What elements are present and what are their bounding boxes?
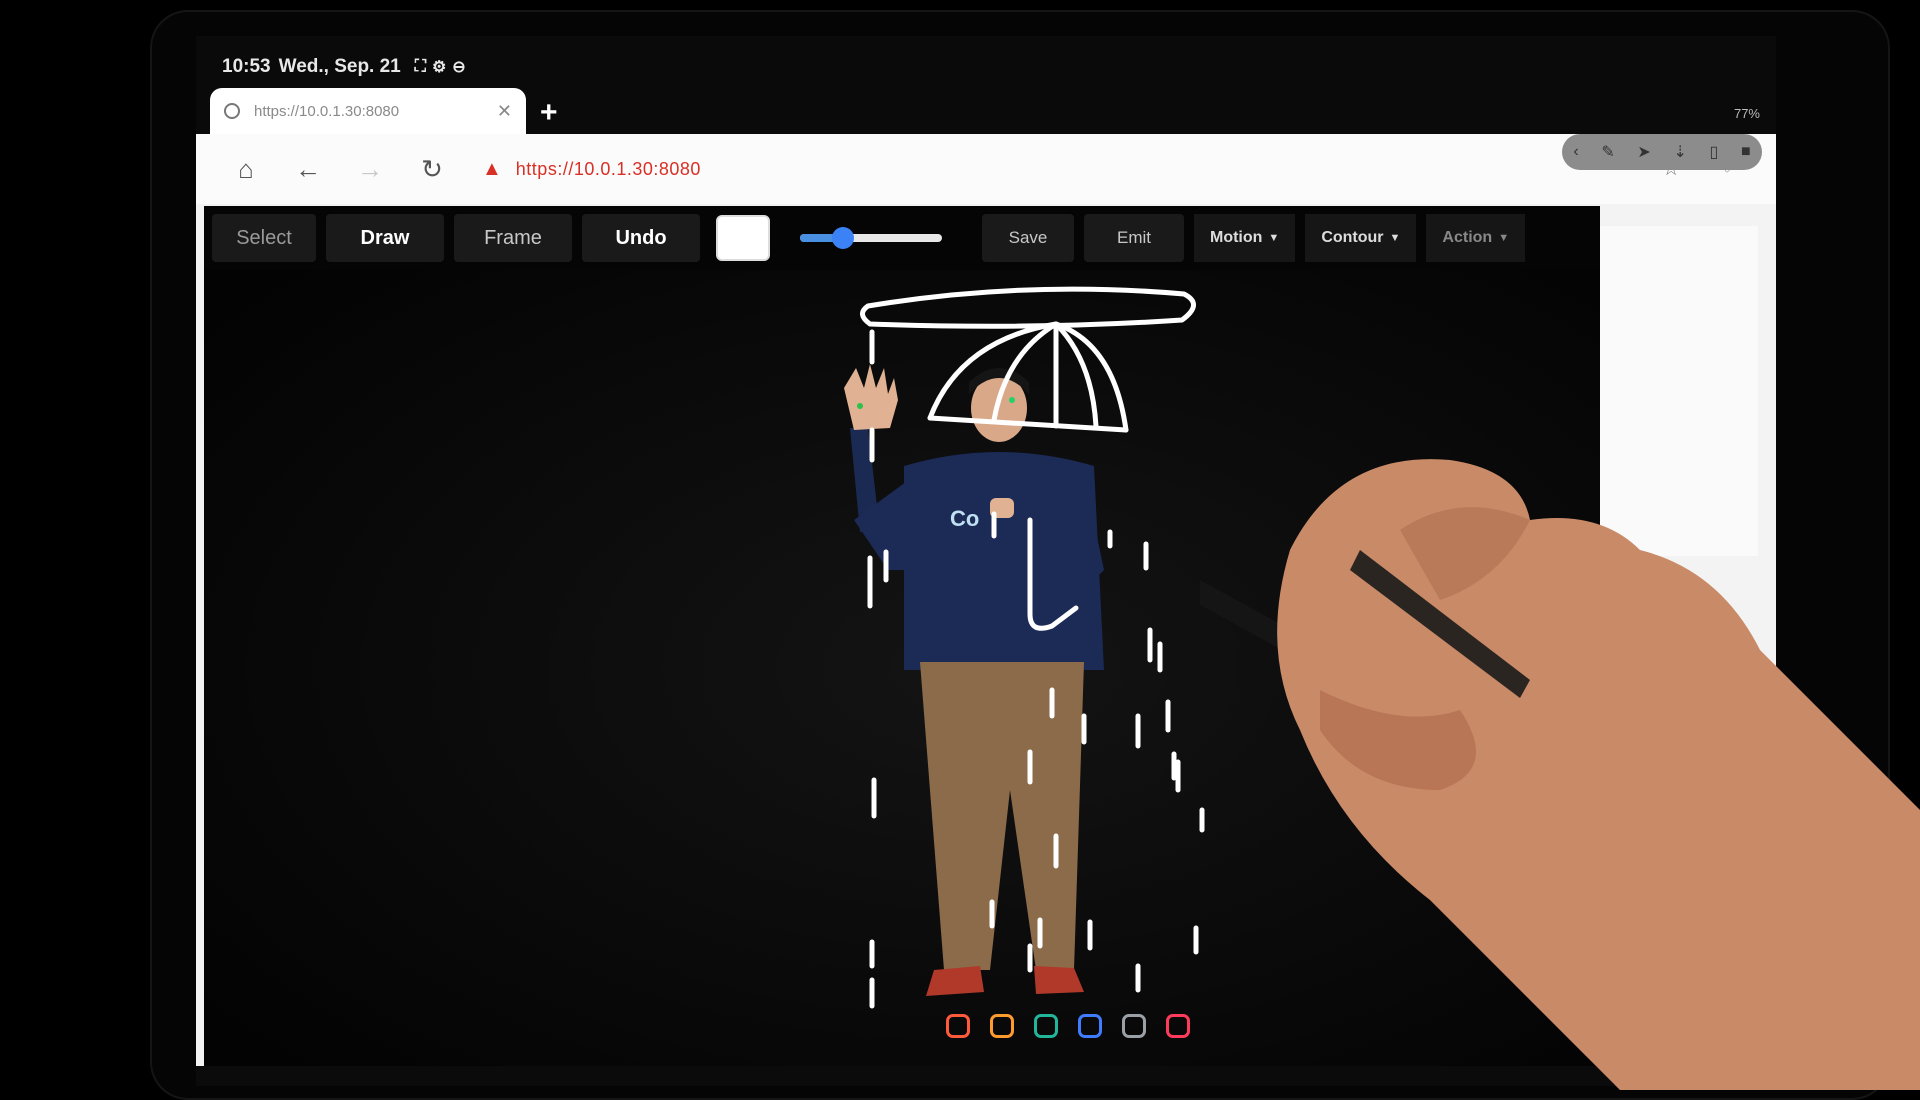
pointer-icon[interactable]: ➤ [1637,142,1650,162]
url-field[interactable]: https://10.0.1.30:8080 [516,159,701,180]
slider-thumb[interactable] [831,227,854,249]
panel-icon[interactable]: ▯ [1710,142,1719,162]
select-button[interactable]: Select [212,214,316,262]
pen-floating-toolbar[interactable]: ‹ ✎ ➤ ⇣ ▯ ■ [1562,134,1762,170]
dnd-icon: ⊖ [452,59,466,76]
chevron-down-icon: ▼ [1268,232,1280,244]
battery-indicator: 77% [1734,106,1760,121]
battery-text: 77% [1733,106,1760,121]
action-dropdown[interactable]: Action ▼ [1426,214,1526,262]
screenshot-icon: ⛶ [414,58,426,75]
undo-button[interactable]: Undo [582,214,700,262]
dock-app-5-icon[interactable] [1122,1014,1146,1038]
chevron-down-icon: ▼ [1389,232,1401,244]
taskbar-dock [946,1014,1190,1038]
warning-icon[interactable]: ▲ [482,158,502,181]
shirt-text: Co [950,506,979,531]
address-bar: ⌂ ← → ↻ ▲ https://10.0.1.30:8080 ☆ 🎤︎ [196,134,1776,204]
status-time: 10:53 [222,56,271,77]
home-icon[interactable]: ⌂ [224,147,268,191]
contour-label: Contour [1321,229,1384,246]
hand-with-stylus [1200,459,1920,1090]
color-picker[interactable] [716,215,770,261]
chevron-down-icon: ▼ [1498,232,1510,244]
contour-dropdown[interactable]: Contour ▼ [1305,214,1417,262]
tracking-point [1009,397,1015,403]
app-toolbar: Select Draw Frame Undo Save Emit Motion … [204,206,1600,270]
motion-dropdown[interactable]: Motion ▼ [1194,214,1296,262]
dock-app-6-icon[interactable] [1166,1014,1190,1038]
draw-button[interactable]: Draw [326,214,444,262]
browser-tab[interactable]: https://10.0.1.30:8080 ✕ [210,88,526,134]
dock-app-4-icon[interactable] [1078,1014,1102,1038]
pen-expand-icon[interactable]: ‹ [1573,143,1578,161]
save-button[interactable]: Save [982,214,1074,262]
motion-label: Motion [1210,229,1263,246]
action-label: Action [1442,229,1493,246]
close-panel-icon[interactable]: ■ [1741,143,1751,161]
brush-size-slider[interactable] [800,227,942,249]
status-bar: 10:53 Wed., Sep. 21 ⛶ ⚙ ⊖ [222,52,466,82]
pen-icon[interactable]: ✎ [1601,142,1614,162]
forward-icon[interactable]: → [348,147,392,191]
dock-app-2-icon[interactable] [990,1014,1014,1038]
close-tab-icon[interactable]: ✕ [497,101,512,122]
status-date: Wed., Sep. 21 [278,56,401,77]
tab-title: https://10.0.1.30:8080 [254,102,400,120]
globe-icon [224,103,240,119]
dock-app-1-icon[interactable] [946,1014,970,1038]
frame-button[interactable]: Frame [454,214,572,262]
emit-button[interactable]: Emit [1084,214,1184,262]
reload-icon[interactable]: ↻ [410,147,454,191]
new-tab-button[interactable]: + [540,96,558,130]
back-icon[interactable]: ← [286,147,330,191]
settings-icon: ⚙ [431,59,447,76]
sort-icon[interactable]: ⇣ [1673,142,1686,162]
dock-app-3-icon[interactable] [1034,1014,1058,1038]
